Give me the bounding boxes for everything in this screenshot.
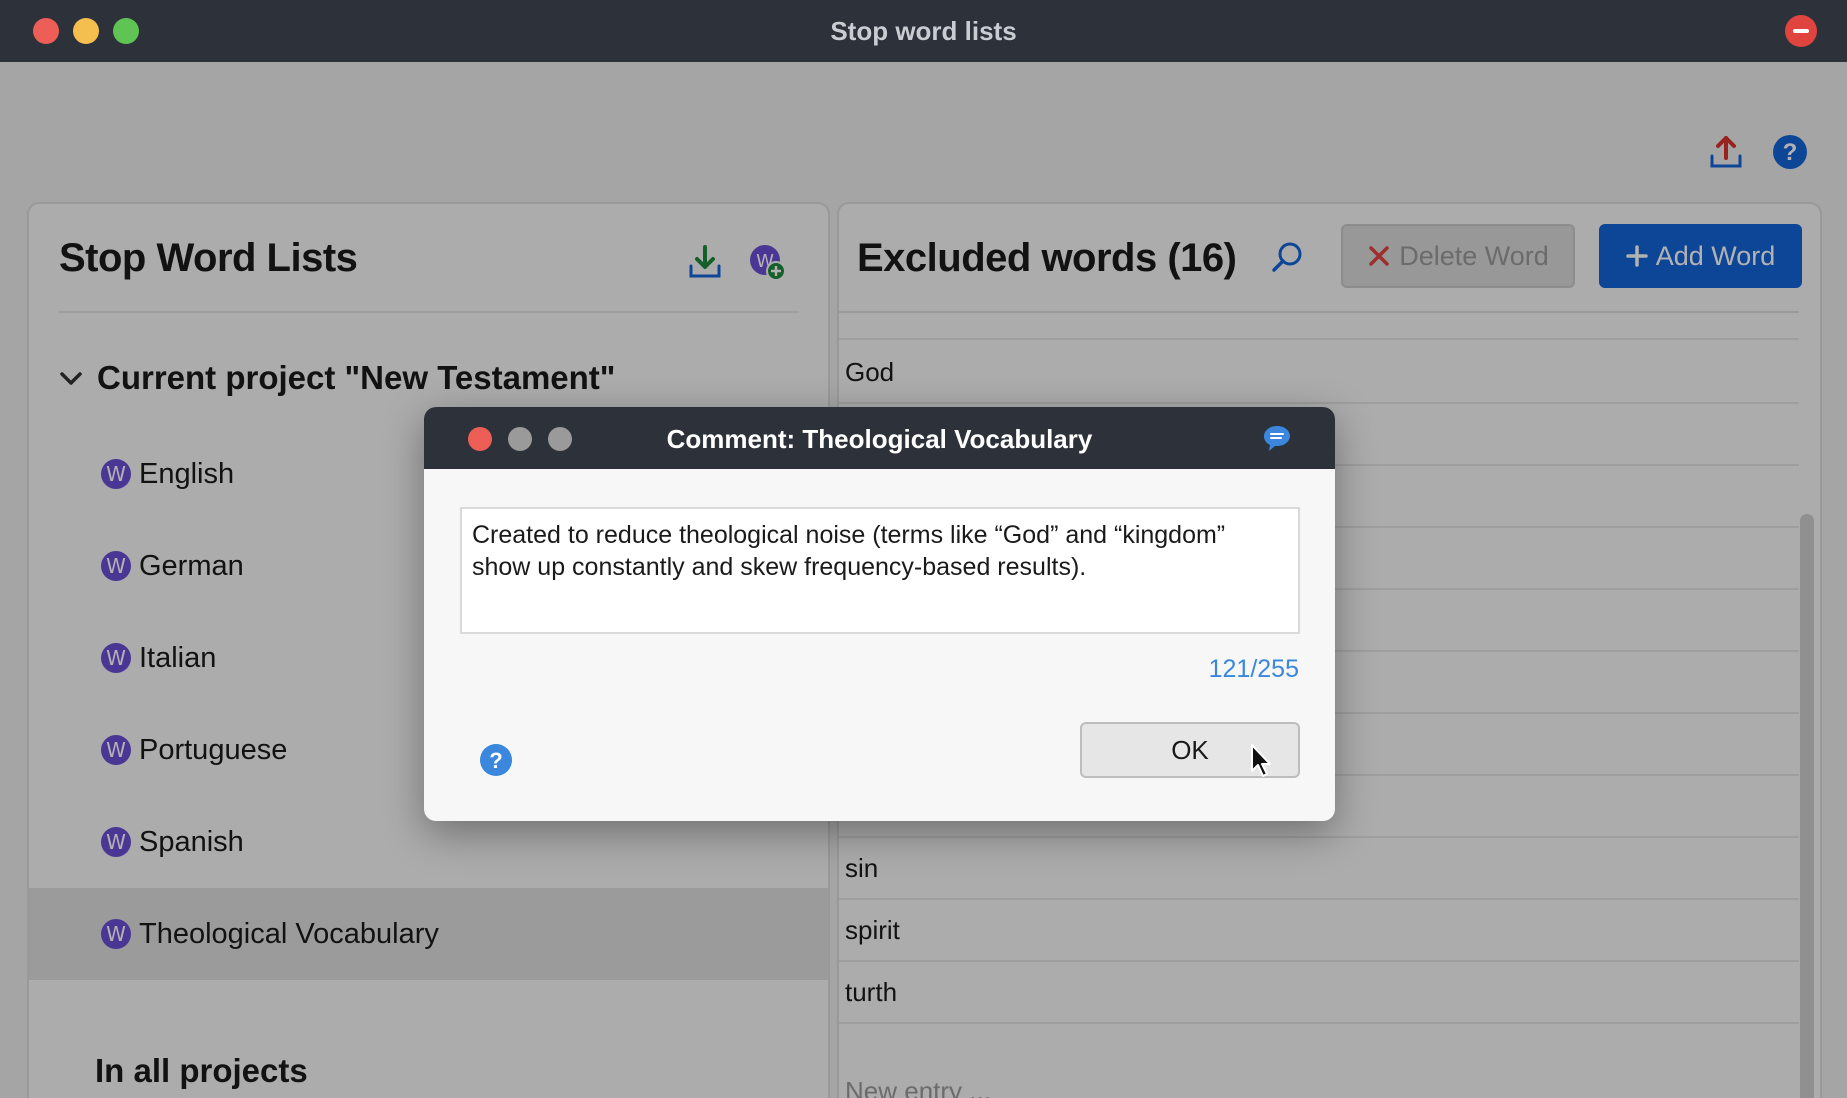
help-icon[interactable]: ? <box>479 743 513 777</box>
comment-textarea[interactable]: Created to reduce theological noise (ter… <box>460 507 1300 634</box>
window-titlebar: Stop word lists <box>0 0 1847 62</box>
dialog-title: Comment: Theological Vocabulary <box>666 424 1093 454</box>
dialog-titlebar: Comment: Theological Vocabulary <box>424 407 1335 469</box>
char-counter: 121/255 <box>1208 655 1299 683</box>
window-title: Stop word lists <box>830 16 1017 46</box>
svg-text:?: ? <box>489 748 502 773</box>
remove-icon[interactable] <box>1785 15 1817 47</box>
comment-dialog: Comment: Theological Vocabulary Created … <box>424 407 1335 821</box>
comment-icon <box>1264 426 1290 451</box>
mouse-cursor-icon <box>1251 744 1271 777</box>
